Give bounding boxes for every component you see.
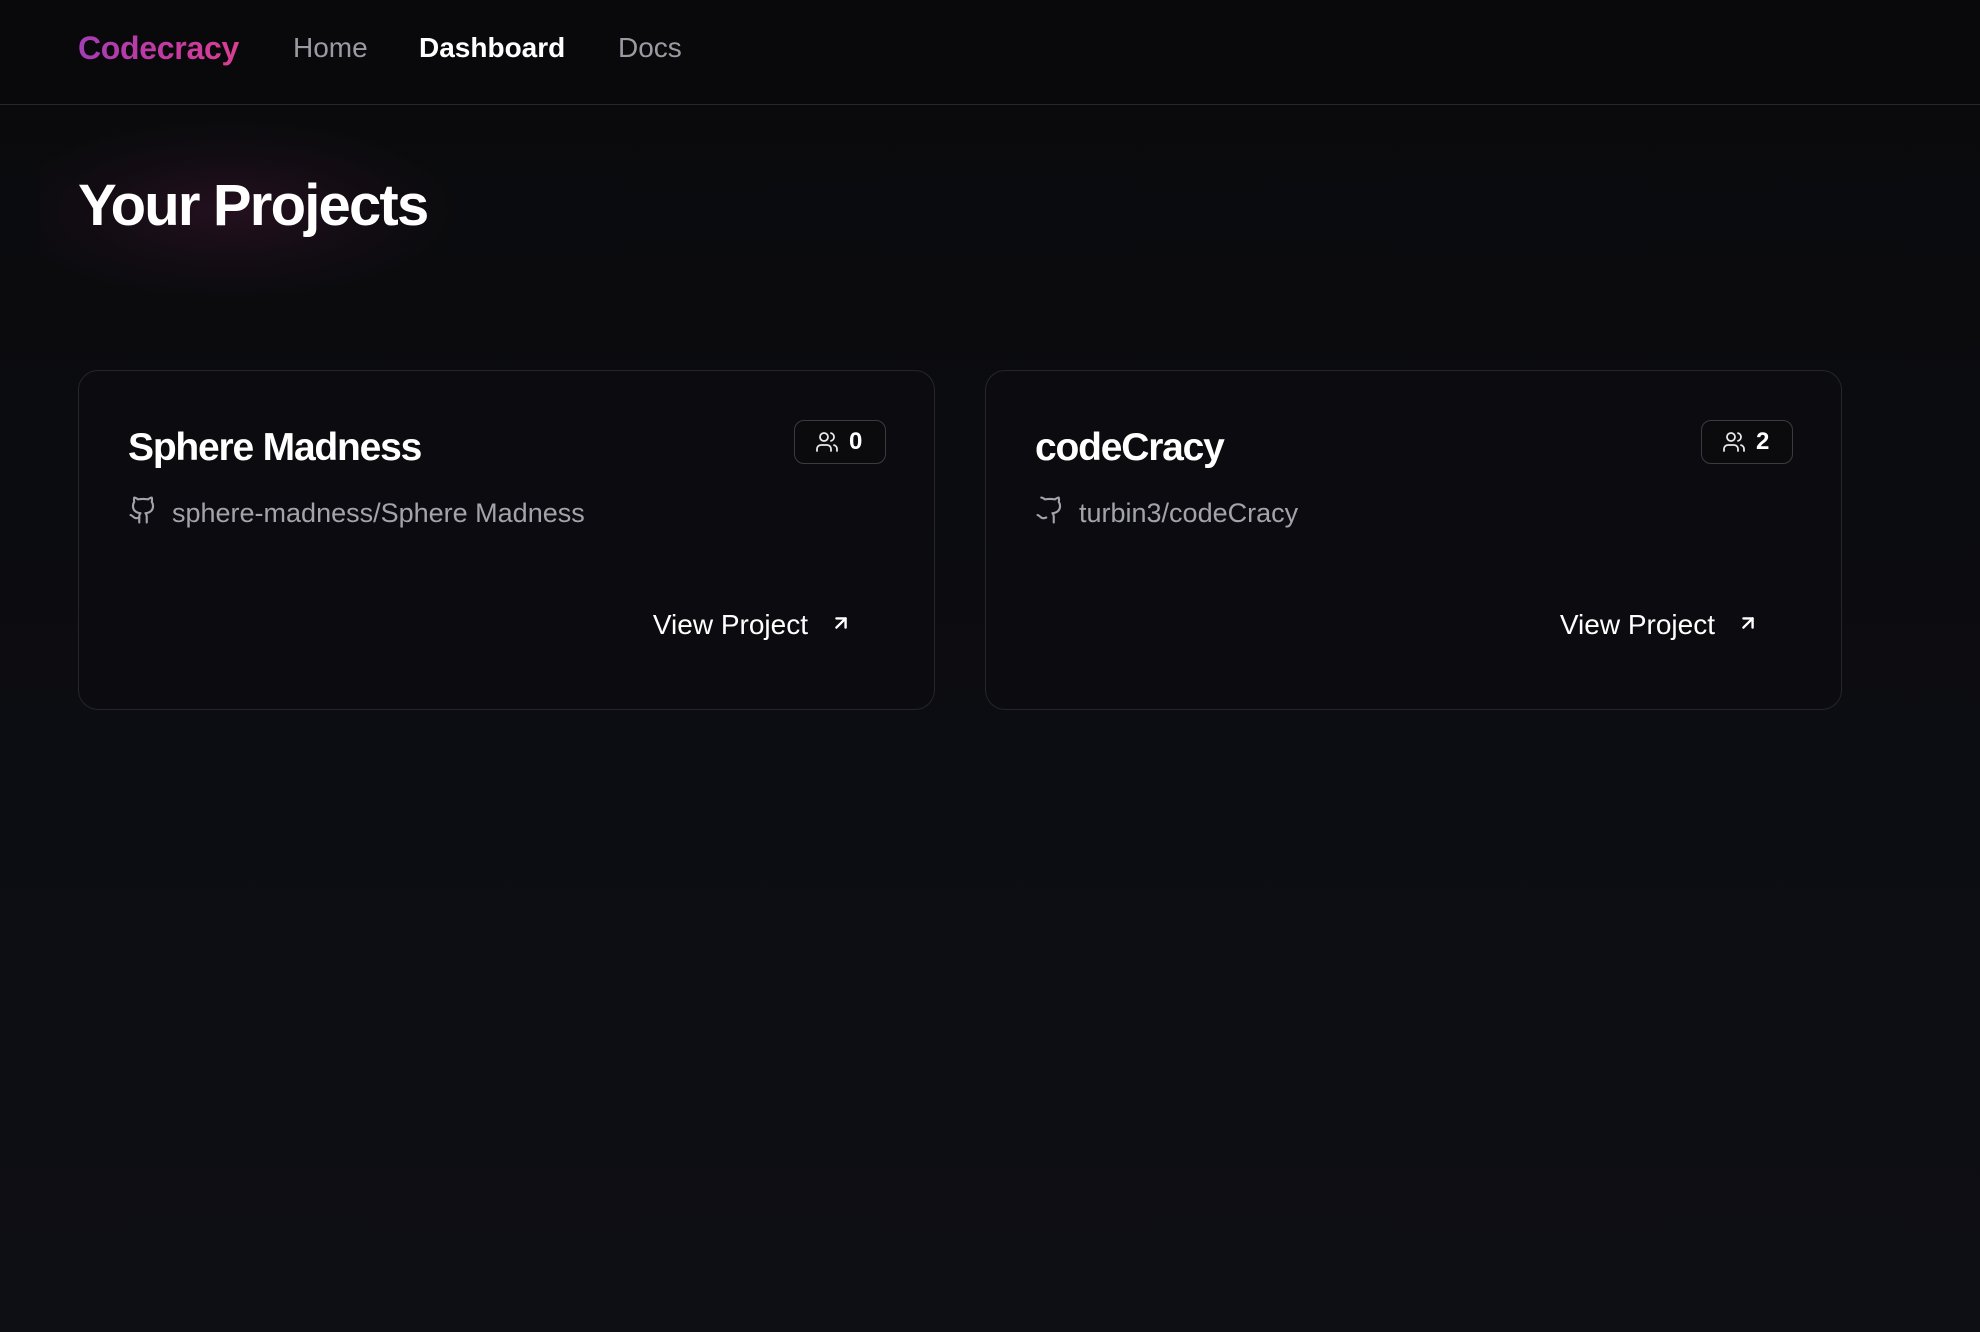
view-project-label: View Project (1559, 609, 1715, 640)
project-name: Sphere Madness (128, 426, 422, 469)
nav-link-dashboard[interactable]: Dashboard (419, 32, 565, 64)
member-count: 2 (1756, 428, 1770, 455)
top-navbar: Codecracy Home Dashboard Docs (0, 0, 1980, 105)
arrow-up-right-icon (1737, 612, 1759, 639)
view-project-label: View Project (652, 609, 808, 640)
github-icon (1035, 495, 1065, 530)
member-count-badge: 2 (1701, 420, 1793, 464)
arrow-up-right-icon (830, 612, 852, 639)
repo-row: turbin3/codeCracy (1035, 495, 1298, 530)
page-title: Your Projects (78, 173, 429, 238)
nav-link-docs[interactable]: Docs (618, 32, 682, 64)
project-name: codeCracy (1035, 426, 1225, 469)
users-icon (815, 430, 839, 454)
project-card: Sphere Madness 0 sphere-madness/Sphere M… (78, 370, 935, 710)
users-icon (1722, 430, 1746, 454)
repo-name[interactable]: turbin3/codeCracy (1079, 497, 1298, 529)
brand-logo[interactable]: Codecracy (78, 30, 239, 66)
nav-link-home[interactable]: Home (293, 32, 368, 64)
github-icon (128, 495, 158, 530)
member-count-badge: 0 (794, 420, 886, 464)
repo-row: sphere-madness/Sphere Madness (128, 495, 585, 530)
member-count: 0 (849, 428, 863, 455)
project-card: codeCracy 2 turbin3/codeCracy View Proje… (985, 370, 1842, 710)
view-project-link[interactable]: View Project (1560, 609, 1759, 641)
view-project-link[interactable]: View Project (653, 609, 852, 641)
repo-name[interactable]: sphere-madness/Sphere Madness (172, 497, 585, 529)
